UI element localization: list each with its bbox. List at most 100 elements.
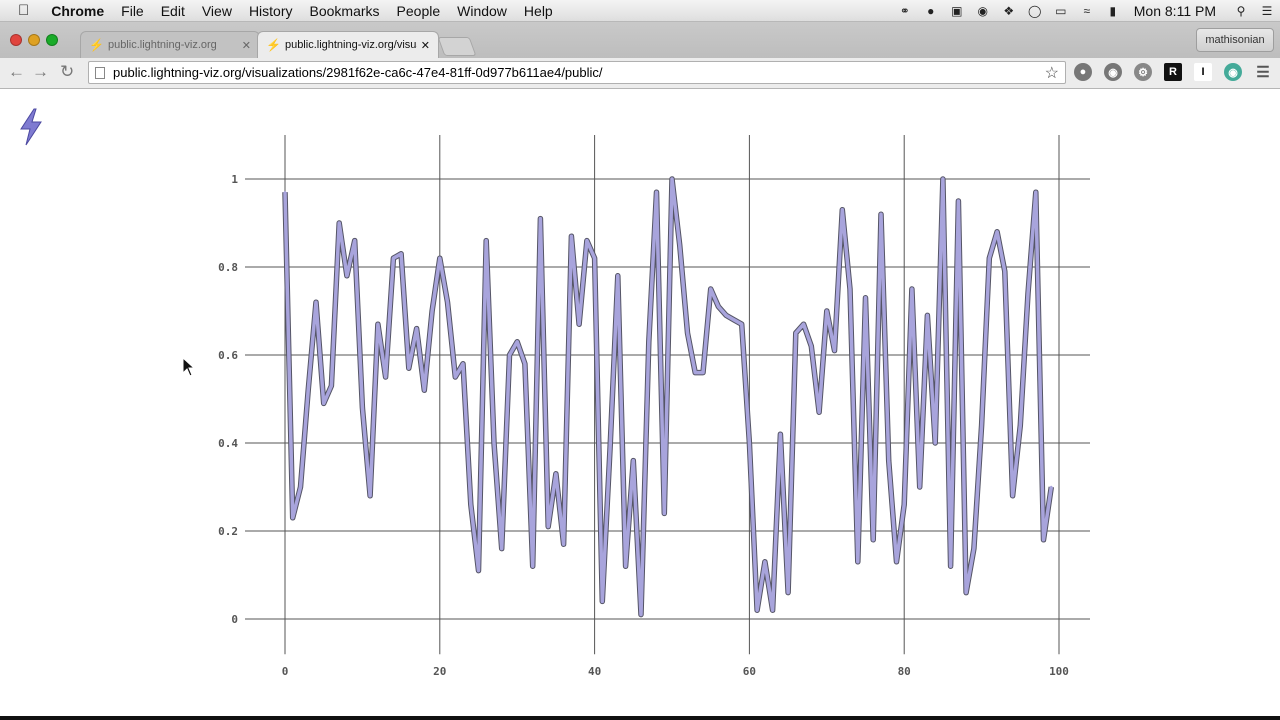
data-point: [972, 547, 976, 550]
data-point: [546, 525, 550, 528]
extension-circle-icon[interactable]: ●: [1074, 63, 1092, 81]
tab-inactive[interactable]: ⚡ public.lightning-viz.org ✕: [80, 31, 260, 58]
menu-file[interactable]: File: [121, 3, 144, 19]
data-point: [1042, 538, 1045, 541]
new-tab-button[interactable]: [437, 37, 477, 56]
back-arrow-icon[interactable]: ←: [8, 62, 25, 82]
extension-r-icon[interactable]: R: [1164, 63, 1182, 81]
data-point: [492, 441, 496, 445]
data-point: [376, 323, 380, 326]
address-bar-url[interactable]: public.lightning-viz.org/visualizations/…: [113, 65, 1045, 80]
menu-people[interactable]: People: [397, 3, 441, 19]
glasses-icon[interactable]: ⚭: [896, 4, 914, 18]
x-tick-label: 20: [433, 665, 446, 678]
x-tick-label: 0: [282, 665, 289, 678]
data-point: [949, 565, 952, 568]
data-point: [508, 353, 511, 357]
data-point: [593, 257, 596, 260]
data-point: [570, 235, 573, 238]
data-point: [1019, 424, 1022, 427]
data-point: [841, 208, 844, 211]
mouse-cursor-icon: [182, 357, 196, 377]
extension-globe-icon[interactable]: ◉: [1224, 63, 1242, 81]
data-point: [1011, 494, 1014, 497]
menu-bookmarks[interactable]: Bookmarks: [310, 3, 380, 19]
menu-view[interactable]: View: [202, 3, 232, 19]
menubar-clock[interactable]: Mon 8:11 PM: [1134, 3, 1216, 19]
menu-history[interactable]: History: [249, 3, 293, 19]
data-point: [655, 191, 658, 194]
tab-close-icon[interactable]: ✕: [242, 39, 251, 52]
extension-camera-icon[interactable]: ◉: [1104, 63, 1122, 81]
menu-app-name[interactable]: Chrome: [51, 3, 104, 19]
spotlight-search-icon[interactable]: ⚲: [1232, 4, 1250, 18]
data-point: [477, 569, 480, 572]
data-point: [454, 375, 457, 379]
data-point: [980, 424, 983, 427]
reload-icon[interactable]: ↻: [60, 62, 74, 82]
y-tick-label: 0: [231, 613, 238, 626]
data-point: [407, 367, 411, 370]
cast-icon[interactable]: ▭: [1052, 4, 1070, 18]
data-point: [469, 503, 472, 506]
data-point: [430, 309, 434, 313]
chrome-menu-icon[interactable]: ☰: [1254, 63, 1272, 81]
tab-strip: ⚡ public.lightning-viz.org ✕ ⚡ public.li…: [0, 22, 1280, 58]
data-point: [423, 389, 426, 392]
battery-icon[interactable]: ▮: [1104, 4, 1122, 18]
data-point: [957, 199, 960, 203]
password-icon[interactable]: ◯: [1026, 4, 1044, 18]
data-point: [577, 323, 581, 326]
wifi-icon[interactable]: ≈: [1078, 4, 1096, 18]
data-point: [461, 362, 465, 365]
data-point: [639, 613, 643, 616]
data-point: [485, 239, 488, 242]
data-point: [895, 560, 898, 563]
data-point: [647, 340, 650, 343]
data-point: [438, 257, 441, 260]
data-point: [701, 371, 705, 374]
line-chart[interactable]: 0 0.2 0.4 0.6 0.8 1 0 20 40 60 80 100: [0, 89, 1280, 719]
chart-series: [282, 176, 1055, 618]
y-tick-label: 0.6: [218, 349, 238, 362]
data-point: [585, 239, 589, 242]
menu-edit[interactable]: Edit: [161, 3, 185, 19]
data-point: [632, 459, 635, 462]
extension-i-icon[interactable]: I: [1194, 63, 1212, 81]
apple-menu-icon[interactable]: : [18, 2, 29, 19]
bell-icon[interactable]: ●: [922, 4, 940, 18]
data-point: [554, 472, 558, 475]
notification-center-icon[interactable]: ☰: [1258, 4, 1276, 18]
tab-title: public.lightning-viz.org/visua: [284, 39, 417, 51]
address-bar[interactable]: public.lightning-viz.org/visualizations/…: [88, 61, 1066, 84]
tab-close-icon[interactable]: ✕: [421, 39, 430, 52]
data-point: [933, 441, 937, 445]
data-point: [616, 274, 620, 277]
close-window-icon[interactable]: [10, 34, 22, 46]
minimize-window-icon[interactable]: [28, 34, 40, 46]
data-point: [562, 543, 565, 546]
bookmark-star-icon[interactable]: ☆: [1045, 63, 1059, 83]
data-point: [415, 327, 418, 330]
profile-button[interactable]: mathisonian: [1196, 28, 1274, 52]
zoom-window-icon[interactable]: [46, 34, 58, 46]
data-point: [446, 301, 449, 304]
extension-gear-icon[interactable]: ⚙: [1134, 63, 1152, 81]
data-point: [833, 349, 836, 352]
data-point: [995, 230, 999, 233]
data-point: [1034, 191, 1037, 194]
menu-window[interactable]: Window: [457, 3, 507, 19]
camera-icon[interactable]: ▣: [948, 4, 966, 18]
tab-active[interactable]: ⚡ public.lightning-viz.org/visua ✕: [257, 31, 439, 58]
data-point: [755, 609, 759, 612]
record-icon[interactable]: ◉: [974, 4, 992, 18]
data-point: [1050, 485, 1053, 489]
dropbox-icon[interactable]: ❖: [1000, 4, 1018, 18]
menu-help[interactable]: Help: [524, 3, 553, 19]
forward-arrow-icon[interactable]: →: [32, 62, 49, 82]
data-point: [686, 331, 689, 335]
page-icon: [95, 66, 105, 79]
data-point: [345, 274, 349, 277]
data-point: [724, 314, 728, 317]
data-point: [817, 411, 821, 414]
